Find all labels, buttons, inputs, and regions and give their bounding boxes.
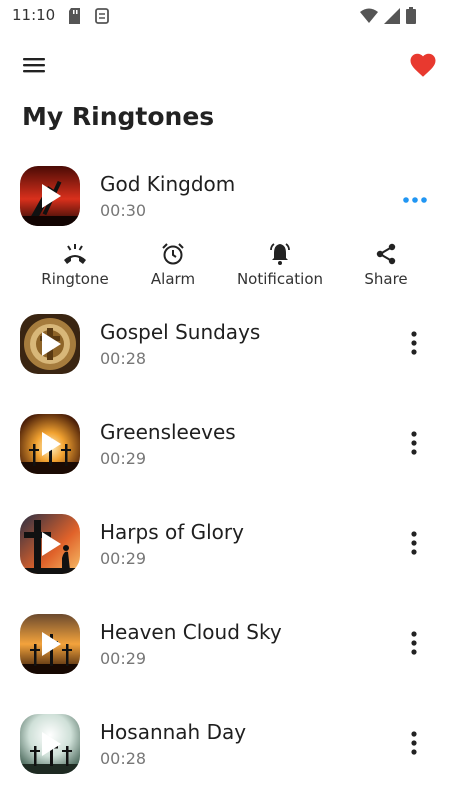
phone-ringing-icon: [64, 244, 86, 264]
list-item[interactable]: Harps of Glory 00:29: [0, 508, 450, 608]
wifi-icon: [360, 8, 378, 23]
sd-card-icon: [69, 8, 80, 24]
more-vertical-icon: [411, 331, 417, 355]
play-icon: [42, 332, 61, 356]
list-item[interactable]: Greensleeves 00:29: [0, 408, 450, 508]
thumbnail-play-button[interactable]: [20, 614, 80, 674]
action-label: Notification: [236, 270, 324, 288]
play-icon: [42, 184, 61, 208]
track-name: Gospel Sundays: [100, 320, 261, 344]
play-icon: [42, 732, 61, 756]
play-icon: [42, 532, 61, 556]
list-item[interactable]: God Kingdom 00:30 Ringtone Alarm Notific…: [0, 160, 450, 308]
track-duration: 00:29: [100, 449, 147, 468]
set-notification-button[interactable]: Notification: [234, 240, 326, 288]
track-name: Heaven Cloud Sky: [100, 620, 282, 644]
play-icon: [42, 432, 61, 456]
list-item[interactable]: Gospel Sundays 00:28: [0, 308, 450, 408]
more-options-button[interactable]: [402, 190, 428, 203]
share-icon: [376, 243, 396, 265]
more-options-button[interactable]: [404, 330, 424, 356]
share-button[interactable]: Share: [360, 240, 412, 288]
thumbnail-play-button[interactable]: [20, 714, 80, 774]
play-icon: [42, 632, 61, 656]
more-vertical-icon: [411, 431, 417, 455]
list-item[interactable]: Hosannah Day 00:28: [0, 708, 450, 808]
alarm-clock-icon: [162, 243, 184, 265]
more-vertical-icon: [411, 631, 417, 655]
menu-button[interactable]: [20, 52, 50, 78]
thumbnail-play-button[interactable]: [20, 314, 80, 374]
bell-icon: [270, 243, 290, 265]
heart-icon: [410, 53, 436, 77]
more-options-button[interactable]: [404, 730, 424, 756]
more-vertical-icon: [411, 731, 417, 755]
set-ringtone-button[interactable]: Ringtone: [38, 240, 112, 288]
status-time: 11:10: [12, 6, 56, 24]
more-horizontal-icon: [403, 197, 427, 203]
more-vertical-icon: [411, 531, 417, 555]
more-options-button[interactable]: [404, 630, 424, 656]
action-label: Ringtone: [41, 270, 109, 288]
ringtone-list: God Kingdom 00:30 Ringtone Alarm Notific…: [0, 160, 450, 808]
app-bar: [0, 40, 450, 90]
track-duration: 00:28: [100, 749, 147, 768]
track-duration: 00:28: [100, 349, 147, 368]
action-label: Alarm: [150, 270, 196, 288]
set-alarm-button[interactable]: Alarm: [146, 240, 200, 288]
action-label: Share: [364, 270, 408, 288]
ringtone-actions: Ringtone Alarm Notification Share: [0, 240, 450, 300]
sim-swap-icon: [95, 8, 109, 24]
track-duration: 00:29: [100, 649, 147, 668]
track-duration: 00:30: [100, 201, 147, 220]
track-duration: 00:29: [100, 549, 147, 568]
signal-icon: [384, 7, 400, 24]
status-bar: 11:10: [0, 0, 450, 32]
more-options-button[interactable]: [404, 430, 424, 456]
thumbnail-play-button[interactable]: [20, 166, 80, 226]
favorites-button[interactable]: [408, 50, 438, 80]
hamburger-menu-icon: [23, 58, 45, 73]
thumbnail-play-button[interactable]: [20, 514, 80, 574]
track-name: God Kingdom: [100, 172, 236, 196]
battery-icon: [406, 7, 416, 24]
list-item[interactable]: Heaven Cloud Sky 00:29: [0, 608, 450, 708]
track-name: Harps of Glory: [100, 520, 244, 544]
thumbnail-play-button[interactable]: [20, 414, 80, 474]
page-title: My Ringtones: [22, 102, 215, 131]
track-name: Greensleeves: [100, 420, 236, 444]
track-name: Hosannah Day: [100, 720, 247, 744]
more-options-button[interactable]: [404, 530, 424, 556]
